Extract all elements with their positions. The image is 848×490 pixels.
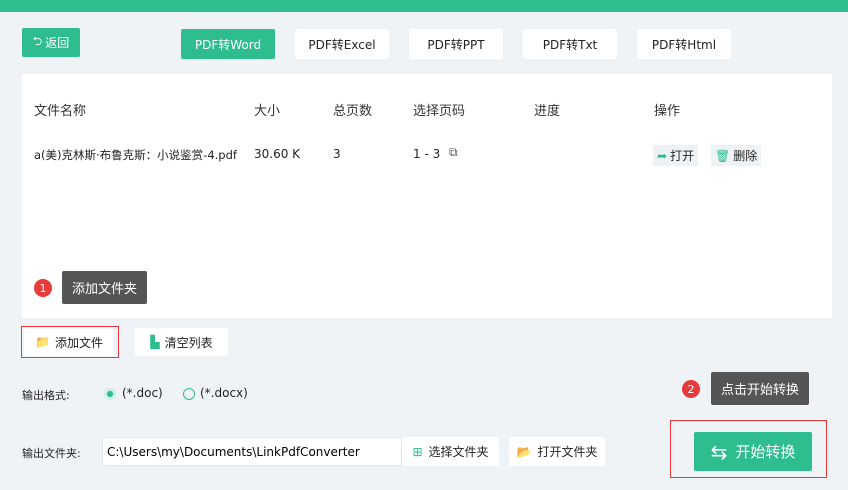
- radio-docx[interactable]: [183, 388, 195, 400]
- output-label: 输出文件夹:: [22, 447, 81, 460]
- output-path-input[interactable]: [102, 437, 402, 466]
- header-actions: 操作: [654, 104, 681, 119]
- back-icon: ⮌: [32, 34, 43, 48]
- file-name: a(美)克林斯·布鲁克斯：小说鉴赏-4.pdf: [34, 148, 237, 162]
- start-convert-button[interactable]: ⇆ 开始转换: [694, 432, 812, 471]
- tab-pdf-ppt[interactable]: PDF转PPT: [409, 29, 503, 59]
- open-button[interactable]: ➦ 打开: [653, 145, 699, 166]
- header-size: 大小: [254, 104, 281, 119]
- tab-pdf-word[interactable]: PDF转Word: [181, 29, 275, 59]
- folder-open-icon: 📂: [516, 444, 532, 459]
- page-select-icon[interactable]: ⧉: [449, 145, 458, 160]
- tooltip-start: 点击开始转换: [711, 372, 810, 405]
- share-icon: ➦: [657, 148, 668, 163]
- open-folder-button[interactable]: 📂 打开文件夹: [509, 437, 605, 466]
- file-pages: 3: [333, 147, 341, 161]
- tab-pdf-txt[interactable]: PDF转Txt: [523, 29, 617, 59]
- broom-icon: ▙: [150, 335, 160, 349]
- clear-list-button[interactable]: ▙ 清空列表: [135, 328, 228, 356]
- tooltip-add-folder: 添加文件夹: [62, 271, 148, 304]
- delete-button[interactable]: 🗑 删除: [711, 145, 762, 166]
- header-range: 选择页码: [413, 104, 466, 119]
- folder-plus-icon: ⊞: [412, 444, 423, 459]
- format-label: 输出格式:: [22, 389, 70, 402]
- trash-icon: 🗑: [715, 148, 731, 163]
- tab-pdf-html[interactable]: PDF转Html: [637, 29, 731, 59]
- folder-add-icon: 📁: [35, 335, 50, 349]
- header-progress: 进度: [534, 104, 561, 119]
- file-size: 30.60 K: [254, 147, 301, 161]
- tab-pdf-excel[interactable]: PDF转Excel: [295, 29, 389, 59]
- add-file-button[interactable]: 📁 添加文件: [24, 328, 114, 356]
- radio-doc-label[interactable]: (*.doc): [122, 386, 163, 400]
- radio-docx-label[interactable]: (*.docx): [200, 386, 248, 400]
- page-range[interactable]: 1 - 3: [413, 147, 440, 161]
- tip-badge-1: 1: [34, 279, 52, 297]
- radio-doc[interactable]: [104, 388, 116, 400]
- header-pages: 总页数: [333, 104, 373, 119]
- title-bar: [0, 0, 848, 12]
- header-name: 文件名称: [34, 104, 87, 119]
- convert-arrows-icon: ⇆: [710, 439, 728, 464]
- choose-folder-button[interactable]: ⊞ 选择文件夹: [402, 437, 499, 466]
- back-button[interactable]: ⮌ 返回: [22, 28, 80, 57]
- tip-badge-2: 2: [682, 380, 700, 398]
